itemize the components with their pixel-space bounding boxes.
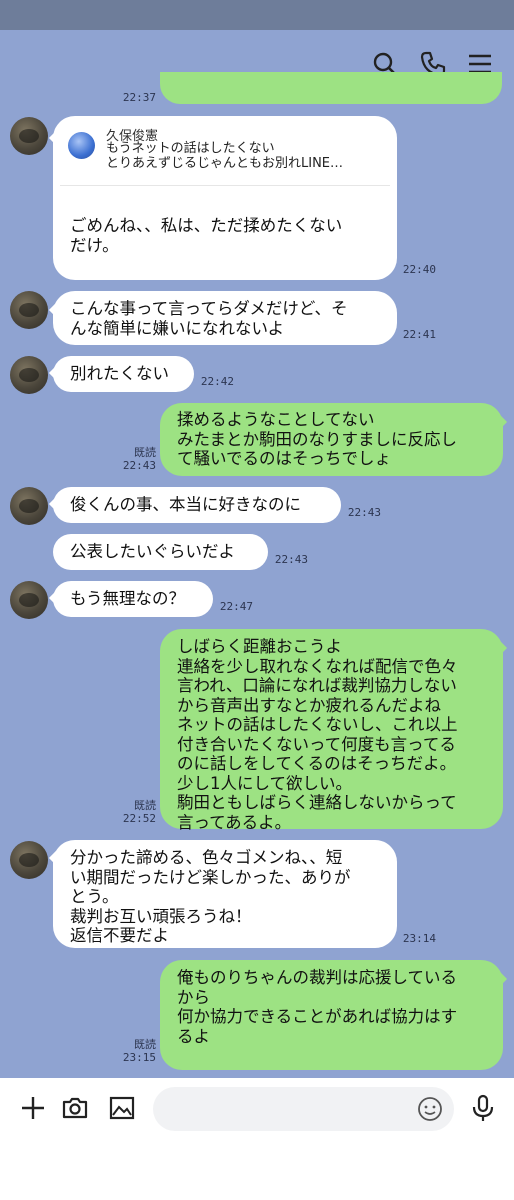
image-icon[interactable] xyxy=(107,1093,137,1123)
avatar[interactable] xyxy=(10,581,48,619)
message-bubble[interactable]: もう無理なの？ xyxy=(53,581,213,617)
message-time: 22:43 xyxy=(274,553,308,566)
camera-icon[interactable] xyxy=(60,1093,90,1123)
reply-quote[interactable]: 久保俊憲 もうネットの話はしたくない とりあえずじるじゃんともお別れLINE… xyxy=(60,121,390,186)
message-text: ごめんね、、私は、ただ揉めたくない だけ。 xyxy=(70,216,343,255)
message-time: 23:14 xyxy=(402,932,436,945)
avatar[interactable] xyxy=(10,291,48,329)
plus-icon[interactable] xyxy=(18,1093,48,1123)
message-bubble[interactable]: 分かった諦める、色々ゴメンね、、短 い期間だったけど楽しかった、ありが とう。 … xyxy=(53,840,397,948)
mic-icon[interactable] xyxy=(468,1093,498,1123)
message-time: 22:52 xyxy=(122,812,156,825)
message-bubble[interactable]: 公表したいぐらいだよ xyxy=(53,534,268,570)
message-bubble[interactable]: こんな事って言ってらダメだけど、そ んな簡単に嫌いになれないよ xyxy=(53,291,397,345)
input-bar xyxy=(0,1078,514,1200)
message-time: 22:43 xyxy=(347,506,381,519)
avatar[interactable] xyxy=(10,117,48,155)
read-receipt: 既読 xyxy=(134,799,156,812)
reply-quoted-text: もうネットの話はしたくない とりあえずじるじゃんともお別れLINE… xyxy=(106,141,344,171)
message-time: 22:37 xyxy=(122,91,156,104)
avatar[interactable] xyxy=(10,356,48,394)
avatar[interactable] xyxy=(10,841,48,879)
read-receipt: 既読 xyxy=(134,1038,156,1051)
message-time: 22:43 xyxy=(122,459,156,472)
status-bar xyxy=(0,0,514,30)
message-time: 22:41 xyxy=(402,328,436,341)
message-bubble[interactable]: 別れたくない xyxy=(53,356,194,392)
reply-avatar xyxy=(68,132,95,159)
read-receipt: 既読 xyxy=(134,446,156,459)
message-bubble[interactable]: 俊くんの事、本当に好きなのに xyxy=(53,487,341,523)
message-time: 23:15 xyxy=(122,1051,156,1064)
message-bubble[interactable]: 揉めるようなことしてない みたまとか駒田のなりすましに反応し て騒いでるのはそっ… xyxy=(160,403,503,476)
message-bubble[interactable]: 俺ものりちゃんの裁判は応援している から 何か協力できることがあれば協力はす る… xyxy=(160,960,503,1070)
message-bubble[interactable]: しばらく距離おこうよ 連絡を少し取れなくなれば配信で色々 言われ、口論になれば裁… xyxy=(160,629,503,832)
message-time: 22:42 xyxy=(200,375,234,388)
message-bubble-partial xyxy=(160,72,502,104)
emoji-icon[interactable] xyxy=(417,1096,443,1122)
message-time: 22:47 xyxy=(219,600,253,613)
avatar[interactable] xyxy=(10,487,48,525)
message-input[interactable] xyxy=(153,1087,454,1131)
message-time: 22:40 xyxy=(402,263,436,276)
